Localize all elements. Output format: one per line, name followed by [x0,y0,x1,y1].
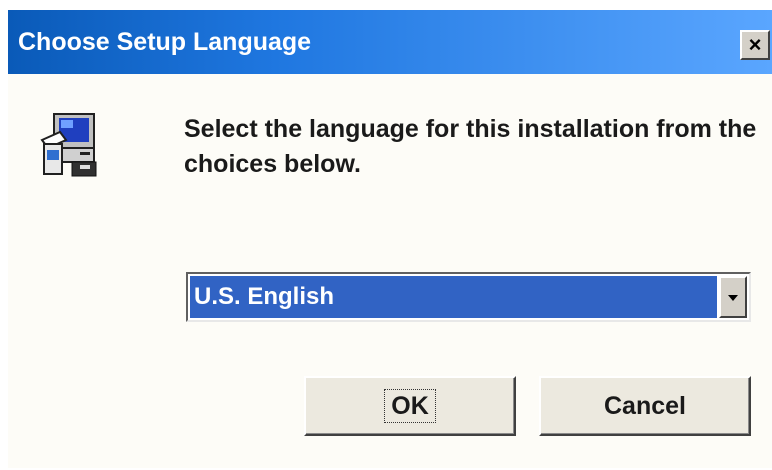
title-bar[interactable]: Choose Setup Language × [8,10,772,74]
cancel-button-label: Cancel [604,392,686,420]
setup-language-dialog: Choose Setup Language × Select the langu… [8,10,772,468]
chevron-down-icon [728,295,738,301]
language-dropdown[interactable]: U.S. English [186,272,751,322]
ok-button[interactable]: OK [304,376,516,436]
instruction-text: Select the language for this installatio… [184,115,757,178]
cancel-button[interactable]: Cancel [539,376,751,436]
dropdown-button[interactable] [719,276,747,318]
computer-setup-icon [40,113,97,177]
close-button[interactable]: × [740,30,770,60]
language-selected-value[interactable]: U.S. English [190,276,717,318]
window-title: Choose Setup Language [18,28,312,56]
ok-button-label: OK [384,389,436,423]
close-icon: × [748,32,762,57]
